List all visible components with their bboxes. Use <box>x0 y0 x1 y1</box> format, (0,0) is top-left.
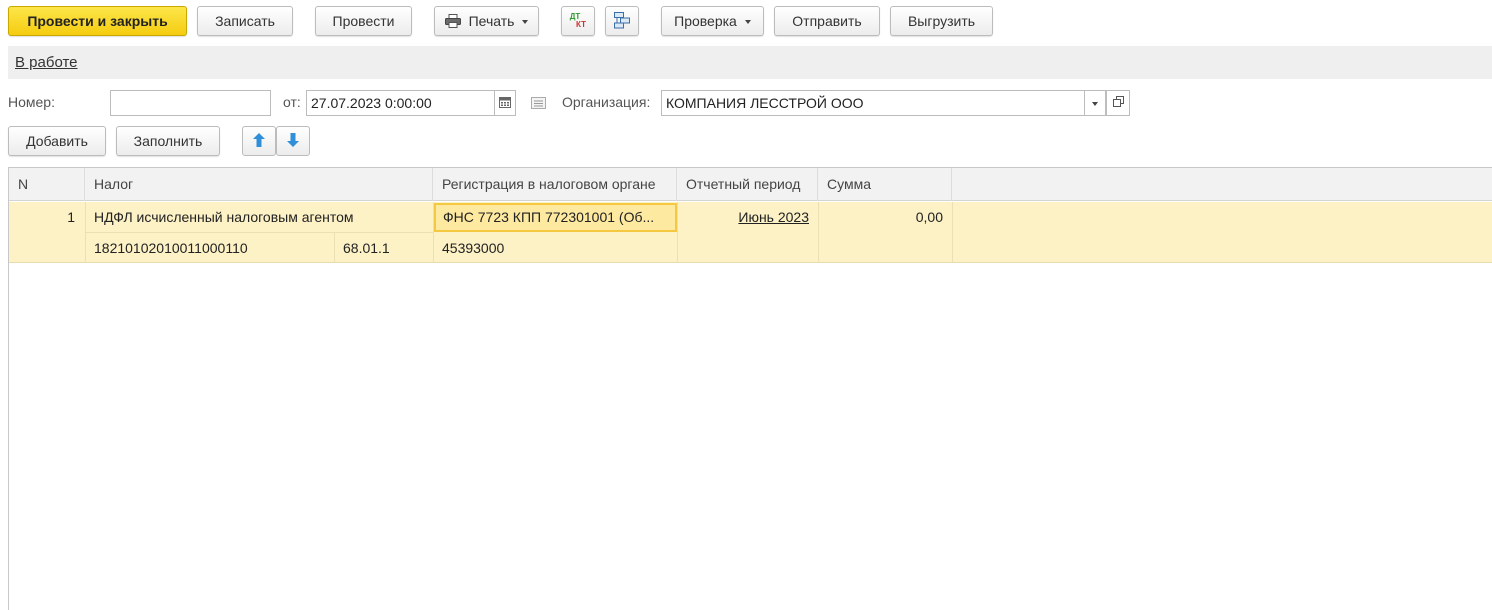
print-label: Печать <box>468 13 515 29</box>
number-label: Номер: <box>8 94 55 110</box>
move-up-button[interactable] <box>242 126 276 156</box>
arrow-down-icon <box>287 132 299 150</box>
row-sum[interactable]: 0,00 <box>818 209 943 225</box>
row-period-link[interactable]: Июнь 2023 <box>677 209 809 225</box>
chevron-down-icon <box>1092 101 1098 106</box>
number-field[interactable] <box>110 90 271 116</box>
table-header: N Налог Регистрация в налоговом органе О… <box>9 168 1492 201</box>
open-icon <box>1112 96 1124 110</box>
calendar-icon <box>499 96 511 111</box>
send-label: Отправить <box>792 13 862 29</box>
fill-button[interactable]: Заполнить <box>116 126 220 156</box>
arrow-up-icon <box>253 132 265 150</box>
check-label: Проверка <box>674 13 737 29</box>
status-link[interactable]: В работе <box>15 54 78 71</box>
fill-label: Заполнить <box>133 133 203 149</box>
row-kbk[interactable]: 18210102010011000110 <box>94 240 248 256</box>
send-button[interactable]: Отправить <box>774 6 880 36</box>
date-field[interactable]: 27.07.2023 0:00:00 <box>306 90 495 116</box>
print-button[interactable]: Печать <box>434 6 539 36</box>
column-header-sum[interactable]: Сумма <box>818 168 952 201</box>
export-label: Выгрузить <box>907 13 976 29</box>
move-down-button[interactable] <box>276 126 310 156</box>
column-header-tax[interactable]: Налог <box>85 168 433 201</box>
structure-icon <box>613 11 631 32</box>
add-label: Добавить <box>26 133 88 149</box>
column-header-n[interactable]: N <box>9 168 85 201</box>
column-header-registration[interactable]: Регистрация в налоговом органе <box>433 168 677 201</box>
chevron-down-icon <box>744 19 751 24</box>
status-bar: В работе <box>8 46 1492 79</box>
add-button[interactable]: Добавить <box>8 126 106 156</box>
structure-button[interactable] <box>605 6 639 36</box>
dt-kt-button[interactable]: ДТ КТ <box>561 6 595 36</box>
export-button[interactable]: Выгрузить <box>890 6 993 36</box>
check-button[interactable]: Проверка <box>661 6 764 36</box>
chevron-down-icon <box>522 19 529 24</box>
taxes-table: N Налог Регистрация в налоговом органе О… <box>8 167 1492 610</box>
column-header-period[interactable]: Отчетный период <box>677 168 818 201</box>
row-number: 1 <box>67 209 75 225</box>
printer-icon <box>444 14 461 28</box>
post-label: Провести <box>332 13 395 29</box>
row-oktmo[interactable]: 45393000 <box>442 240 504 256</box>
row-account[interactable]: 68.01.1 <box>343 240 390 256</box>
date-label: от: <box>283 94 301 110</box>
post-and-close-label: Провести и закрыть <box>27 13 168 29</box>
organization-open-button[interactable] <box>1106 90 1130 116</box>
organization-label: Организация: <box>562 94 651 110</box>
row-tax-name[interactable]: НДФЛ исчисленный налоговым агентом <box>94 209 354 225</box>
organization-dropdown-button[interactable] <box>1084 90 1106 116</box>
calendar-button[interactable] <box>494 90 516 116</box>
dt-kt-icon: ДТ КТ <box>569 12 586 29</box>
comment-icon[interactable] <box>531 96 546 112</box>
post-and-close-button[interactable]: Провести и закрыть <box>8 6 187 36</box>
table-row[interactable]: 1 НДФЛ исчисленный налоговым агентом 182… <box>9 202 1492 263</box>
organization-field[interactable]: КОМПАНИЯ ЛЕССТРОЙ ООО <box>661 90 1085 116</box>
save-label: Записать <box>215 13 275 29</box>
save-button[interactable]: Записать <box>197 6 293 36</box>
post-button[interactable]: Провести <box>315 6 412 36</box>
row-registration[interactable]: ФНС 7723 КПП 772301001 (Об... <box>434 203 677 232</box>
